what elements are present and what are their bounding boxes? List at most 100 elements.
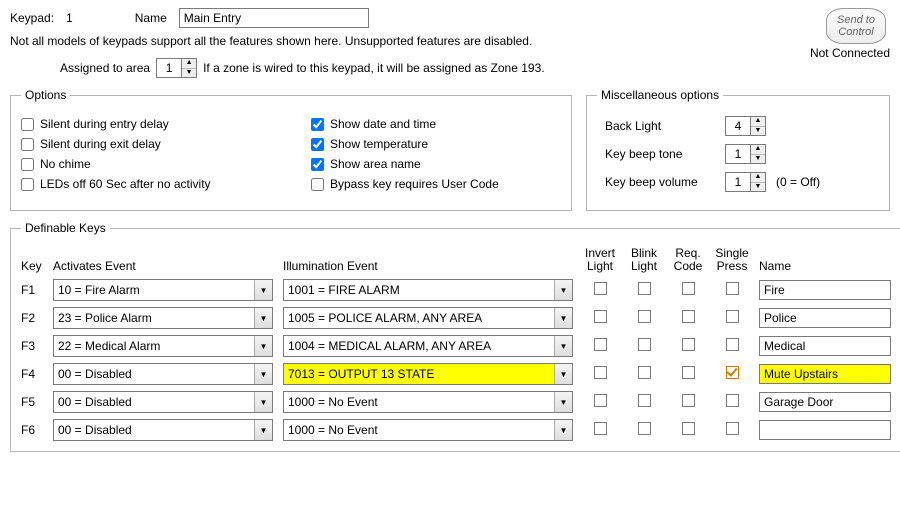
single-press-checkbox[interactable] xyxy=(726,282,739,295)
activates-combo[interactable]: ▼ xyxy=(53,335,273,357)
key-name-input[interactable] xyxy=(759,364,891,384)
spinner-down-icon[interactable]: ▼ xyxy=(751,183,765,192)
single-press-checkbox[interactable] xyxy=(726,366,739,379)
key-name-input[interactable] xyxy=(759,420,891,440)
illumination-input[interactable] xyxy=(283,335,573,357)
chevron-down-icon[interactable]: ▼ xyxy=(554,280,572,300)
illumination-input[interactable] xyxy=(283,363,573,385)
option-checkbox[interactable]: Show temperature xyxy=(311,137,561,151)
req-code-checkbox[interactable] xyxy=(682,422,695,435)
invert-checkbox[interactable] xyxy=(594,394,607,407)
invert-checkbox[interactable] xyxy=(594,366,607,379)
key-name-input[interactable] xyxy=(759,336,891,356)
activates-input[interactable] xyxy=(53,279,273,301)
checkbox-input[interactable] xyxy=(311,118,324,131)
option-checkbox[interactable]: LEDs off 60 Sec after no activity xyxy=(21,177,271,191)
option-checkbox[interactable]: Show date and time xyxy=(311,117,561,131)
keypad-name-input[interactable] xyxy=(179,8,369,28)
checkbox-input[interactable] xyxy=(21,138,34,151)
chevron-down-icon[interactable]: ▼ xyxy=(554,308,572,328)
req-code-checkbox[interactable] xyxy=(682,366,695,379)
checkbox-input[interactable] xyxy=(21,178,34,191)
single-press-checkbox[interactable] xyxy=(726,394,739,407)
misc-spinner[interactable]: ▲▼ xyxy=(725,172,766,192)
spinner-down-icon[interactable]: ▼ xyxy=(751,155,765,164)
blink-checkbox[interactable] xyxy=(638,282,651,295)
misc-spinner[interactable]: ▲▼ xyxy=(725,144,766,164)
illumination-input[interactable] xyxy=(283,279,573,301)
option-checkbox[interactable]: Bypass key requires User Code xyxy=(311,177,561,191)
key-name-input[interactable] xyxy=(759,280,891,300)
req-code-checkbox[interactable] xyxy=(682,394,695,407)
activates-input[interactable] xyxy=(53,307,273,329)
activates-combo[interactable]: ▼ xyxy=(53,391,273,413)
chevron-down-icon[interactable]: ▼ xyxy=(554,336,572,356)
illumination-combo[interactable]: ▼ xyxy=(283,279,573,301)
activates-combo[interactable]: ▼ xyxy=(53,363,273,385)
single-press-checkbox[interactable] xyxy=(726,422,739,435)
option-checkbox[interactable]: Silent during entry delay xyxy=(21,117,271,131)
option-checkbox[interactable]: Silent during exit delay xyxy=(21,137,271,151)
single-press-checkbox[interactable] xyxy=(726,338,739,351)
option-checkbox[interactable]: Show area name xyxy=(311,157,561,171)
chevron-down-icon[interactable]: ▼ xyxy=(554,420,572,440)
illumination-combo[interactable]: ▼ xyxy=(283,363,573,385)
activates-input[interactable] xyxy=(53,335,273,357)
misc-spinner[interactable]: ▲▼ xyxy=(725,116,766,136)
send-to-control-button[interactable]: Send to Control xyxy=(826,8,886,44)
key-name-input[interactable] xyxy=(759,392,891,412)
chevron-down-icon[interactable]: ▼ xyxy=(254,280,272,300)
activates-combo[interactable]: ▼ xyxy=(53,279,273,301)
blink-checkbox[interactable] xyxy=(638,338,651,351)
activates-input[interactable] xyxy=(53,363,273,385)
checkbox-input[interactable] xyxy=(21,118,34,131)
chevron-down-icon[interactable]: ▼ xyxy=(254,420,272,440)
illumination-input[interactable] xyxy=(283,307,573,329)
spinner-down-icon[interactable]: ▼ xyxy=(182,69,196,78)
single-press-checkbox[interactable] xyxy=(726,310,739,323)
illumination-combo[interactable]: ▼ xyxy=(283,307,573,329)
chevron-down-icon[interactable]: ▼ xyxy=(254,336,272,356)
req-code-checkbox[interactable] xyxy=(682,282,695,295)
checkbox-input[interactable] xyxy=(311,178,324,191)
illumination-combo[interactable]: ▼ xyxy=(283,335,573,357)
activates-input[interactable] xyxy=(53,391,273,413)
blink-checkbox[interactable] xyxy=(638,394,651,407)
activates-combo[interactable]: ▼ xyxy=(53,307,273,329)
activates-combo[interactable]: ▼ xyxy=(53,419,273,441)
key-name-input[interactable] xyxy=(759,308,891,328)
blink-checkbox[interactable] xyxy=(638,310,651,323)
misc-spinner-input[interactable] xyxy=(726,173,750,191)
chevron-down-icon[interactable]: ▼ xyxy=(554,392,572,412)
chevron-down-icon[interactable]: ▼ xyxy=(254,364,272,384)
illumination-input[interactable] xyxy=(283,391,573,413)
checkbox-input[interactable] xyxy=(21,158,34,171)
misc-spinner-input[interactable] xyxy=(726,145,750,163)
illumination-combo[interactable]: ▼ xyxy=(283,391,573,413)
req-code-checkbox[interactable] xyxy=(682,338,695,351)
checkbox-input[interactable] xyxy=(311,138,324,151)
chevron-down-icon[interactable]: ▼ xyxy=(254,308,272,328)
req-code-checkbox[interactable] xyxy=(682,310,695,323)
invert-checkbox[interactable] xyxy=(594,338,607,351)
spinner-up-icon[interactable]: ▲ xyxy=(751,173,765,183)
spinner-up-icon[interactable]: ▲ xyxy=(751,117,765,127)
invert-checkbox[interactable] xyxy=(594,422,607,435)
spinner-up-icon[interactable]: ▲ xyxy=(182,59,196,69)
spinner-down-icon[interactable]: ▼ xyxy=(751,127,765,136)
chevron-down-icon[interactable]: ▼ xyxy=(254,392,272,412)
invert-checkbox[interactable] xyxy=(594,310,607,323)
blink-checkbox[interactable] xyxy=(638,366,651,379)
illumination-combo[interactable]: ▼ xyxy=(283,419,573,441)
illumination-input[interactable] xyxy=(283,419,573,441)
option-checkbox[interactable]: No chime xyxy=(21,157,271,171)
invert-checkbox[interactable] xyxy=(594,282,607,295)
assigned-area-spinner[interactable]: ▲▼ xyxy=(156,58,197,78)
blink-checkbox[interactable] xyxy=(638,422,651,435)
assigned-area-input[interactable] xyxy=(157,59,181,77)
chevron-down-icon[interactable]: ▼ xyxy=(554,364,572,384)
misc-spinner-input[interactable] xyxy=(726,117,750,135)
activates-input[interactable] xyxy=(53,419,273,441)
checkbox-input[interactable] xyxy=(311,158,324,171)
spinner-up-icon[interactable]: ▲ xyxy=(751,145,765,155)
